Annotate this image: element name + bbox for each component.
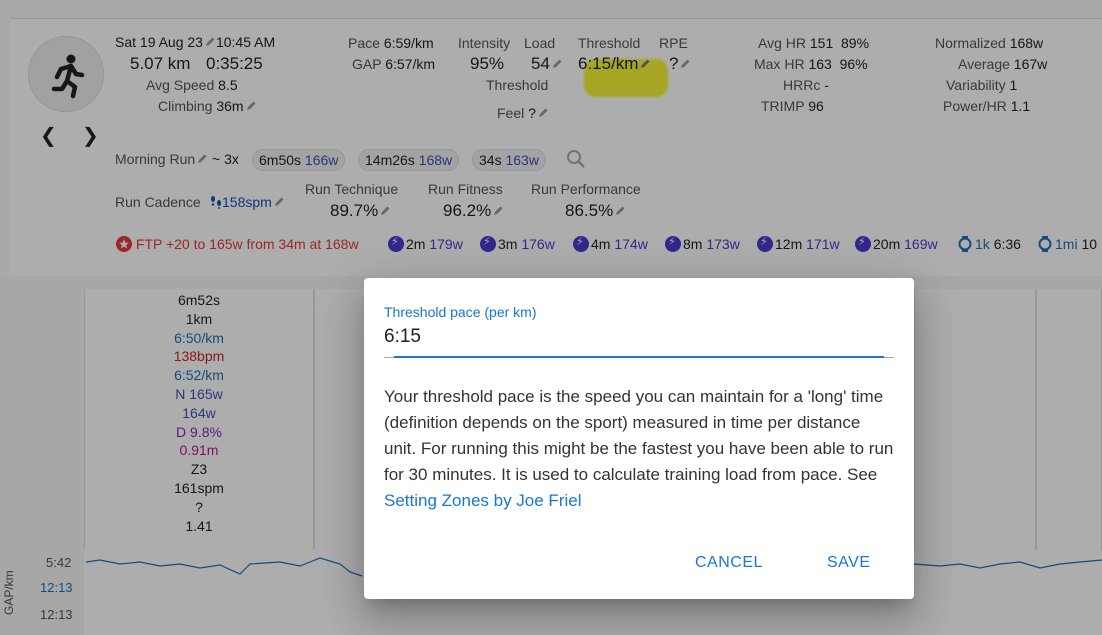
activity-page: ❮ ❯ Sat 19 Aug 23 10:45 AM 5.07 km 0:35:2… bbox=[0, 0, 1102, 635]
threshold-pace-input[interactable] bbox=[384, 326, 894, 348]
threshold-pace-label: Threshold pace (per km) bbox=[384, 304, 537, 320]
threshold-pace-dialog: Threshold pace (per km) Your threshold p… bbox=[364, 278, 914, 599]
threshold-description: Your threshold pace is the speed you can… bbox=[384, 387, 894, 510]
cancel-button[interactable]: CANCEL bbox=[695, 554, 763, 572]
setting-zones-link[interactable]: Setting Zones by Joe Friel bbox=[384, 491, 581, 510]
save-button[interactable]: SAVE bbox=[827, 554, 871, 572]
input-focus-underline bbox=[394, 356, 884, 358]
